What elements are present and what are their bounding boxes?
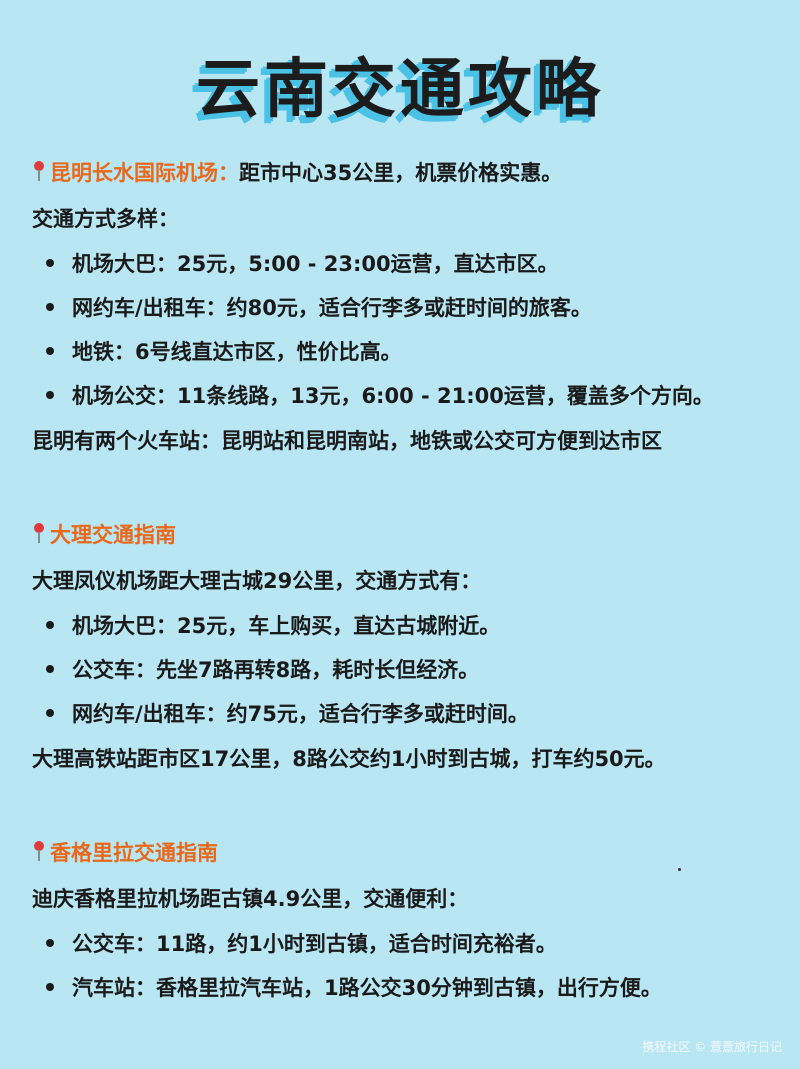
list-item-text: 网约车/出租车：约75元，适合行李多或赶时间。 [72, 702, 529, 726]
section-heading-label: 昆明长水国际机场： [50, 161, 239, 185]
list-item: 网约车/出租车：约75元，适合行李多或赶时间。 [32, 692, 792, 736]
list-item: 机场大巴：25元，5:00 - 23:00运营，直达市区。 [32, 242, 792, 286]
section-heading-label: 大理交通指南 [50, 523, 176, 547]
round-pushpin-icon [32, 840, 46, 862]
main-content: 昆明长水国际机场：距市中心35公里，机票价格实惠。 交通方式多样： 机场大巴：2… [32, 150, 792, 1010]
list-item: 汽车站：香格里拉汽车站，1路公交30分钟到古镇，出行方便。 [32, 966, 792, 1010]
section-intro: 大理凤仪机场距大理古城29公里，交通方式有： [32, 569, 482, 593]
list-item-text: 机场大巴：25元，5:00 - 23:00运营，直达市区。 [72, 252, 559, 276]
section-footer: 大理高铁站距市区17公里，8路公交约1小时到古城，打车约50元。 [32, 747, 666, 771]
section-footer: 昆明有两个火车站：昆明站和昆明南站，地铁或公交可方便到达市区 [32, 429, 662, 453]
section-heading-tail: 距市中心35公里，机票价格实惠。 [239, 161, 563, 185]
section-intro: 交通方式多样： [32, 207, 179, 231]
bullet-dot [46, 983, 54, 991]
bullet-list: 机场大巴：25元，5:00 - 23:00运营，直达市区。 网约车/出租车：约8… [32, 242, 792, 418]
page-title: 云南交通攻略 [196, 53, 604, 127]
list-item-text: 机场大巴：25元，车上购买，直达古城附近。 [72, 614, 501, 638]
bullet-list: 机场大巴：25元，车上购买，直达古城附近。 公交车：先坐7路再转8路，耗时长但经… [32, 604, 792, 736]
round-pushpin-icon [32, 522, 46, 544]
list-item-text: 公交车：11路，约1小时到古镇，适合时间充裕者。 [72, 932, 557, 956]
watermark: 携程社区 © 薏薏旅行日记 [642, 1040, 782, 1054]
bullet-dot [46, 939, 54, 947]
list-item: 地铁：6号线直达市区，性价比高。 [32, 330, 792, 374]
bullet-dot [46, 391, 54, 399]
section-dali-heading: 大理交通指南 [32, 512, 792, 558]
bullet-dot [46, 303, 54, 311]
bullet-dot [46, 665, 54, 673]
list-item: 机场大巴：25元，车上购买，直达古城附近。 [32, 604, 792, 648]
bullet-dot [46, 709, 54, 717]
round-pushpin-icon [32, 160, 46, 182]
bullet-dot [46, 259, 54, 267]
stray-dot [678, 868, 681, 871]
section-intro: 迪庆香格里拉机场距古镇4.9公里，交通便利： [32, 887, 469, 911]
list-item-text: 机场公交：11条线路，13元，6:00 - 21:00运营，覆盖多个方向。 [72, 384, 714, 408]
list-item: 网约车/出租车：约80元，适合行李多或赶时间的旅客。 [32, 286, 792, 330]
list-item-text: 网约车/出租车：约80元，适合行李多或赶时间的旅客。 [72, 296, 592, 320]
list-item-text: 公交车：先坐7路再转8路，耗时长但经济。 [72, 658, 480, 682]
list-item: 机场公交：11条线路，13元，6:00 - 21:00运营，覆盖多个方向。 [32, 374, 792, 418]
section-kunming-heading: 昆明长水国际机场：距市中心35公里，机票价格实惠。 [32, 150, 792, 196]
list-item: 公交车：先坐7路再转8路，耗时长但经济。 [32, 648, 792, 692]
section-heading-label: 香格里拉交通指南 [50, 841, 218, 865]
bullet-dot [46, 621, 54, 629]
list-item-text: 汽车站：香格里拉汽车站，1路公交30分钟到古镇，出行方便。 [72, 976, 662, 1000]
bullet-dot [46, 347, 54, 355]
list-item: 公交车：11路，约1小时到古镇，适合时间充裕者。 [32, 922, 792, 966]
list-item-text: 地铁：6号线直达市区，性价比高。 [72, 340, 402, 364]
bullet-list: 公交车：11路，约1小时到古镇，适合时间充裕者。 汽车站：香格里拉汽车站，1路公… [32, 922, 792, 1010]
